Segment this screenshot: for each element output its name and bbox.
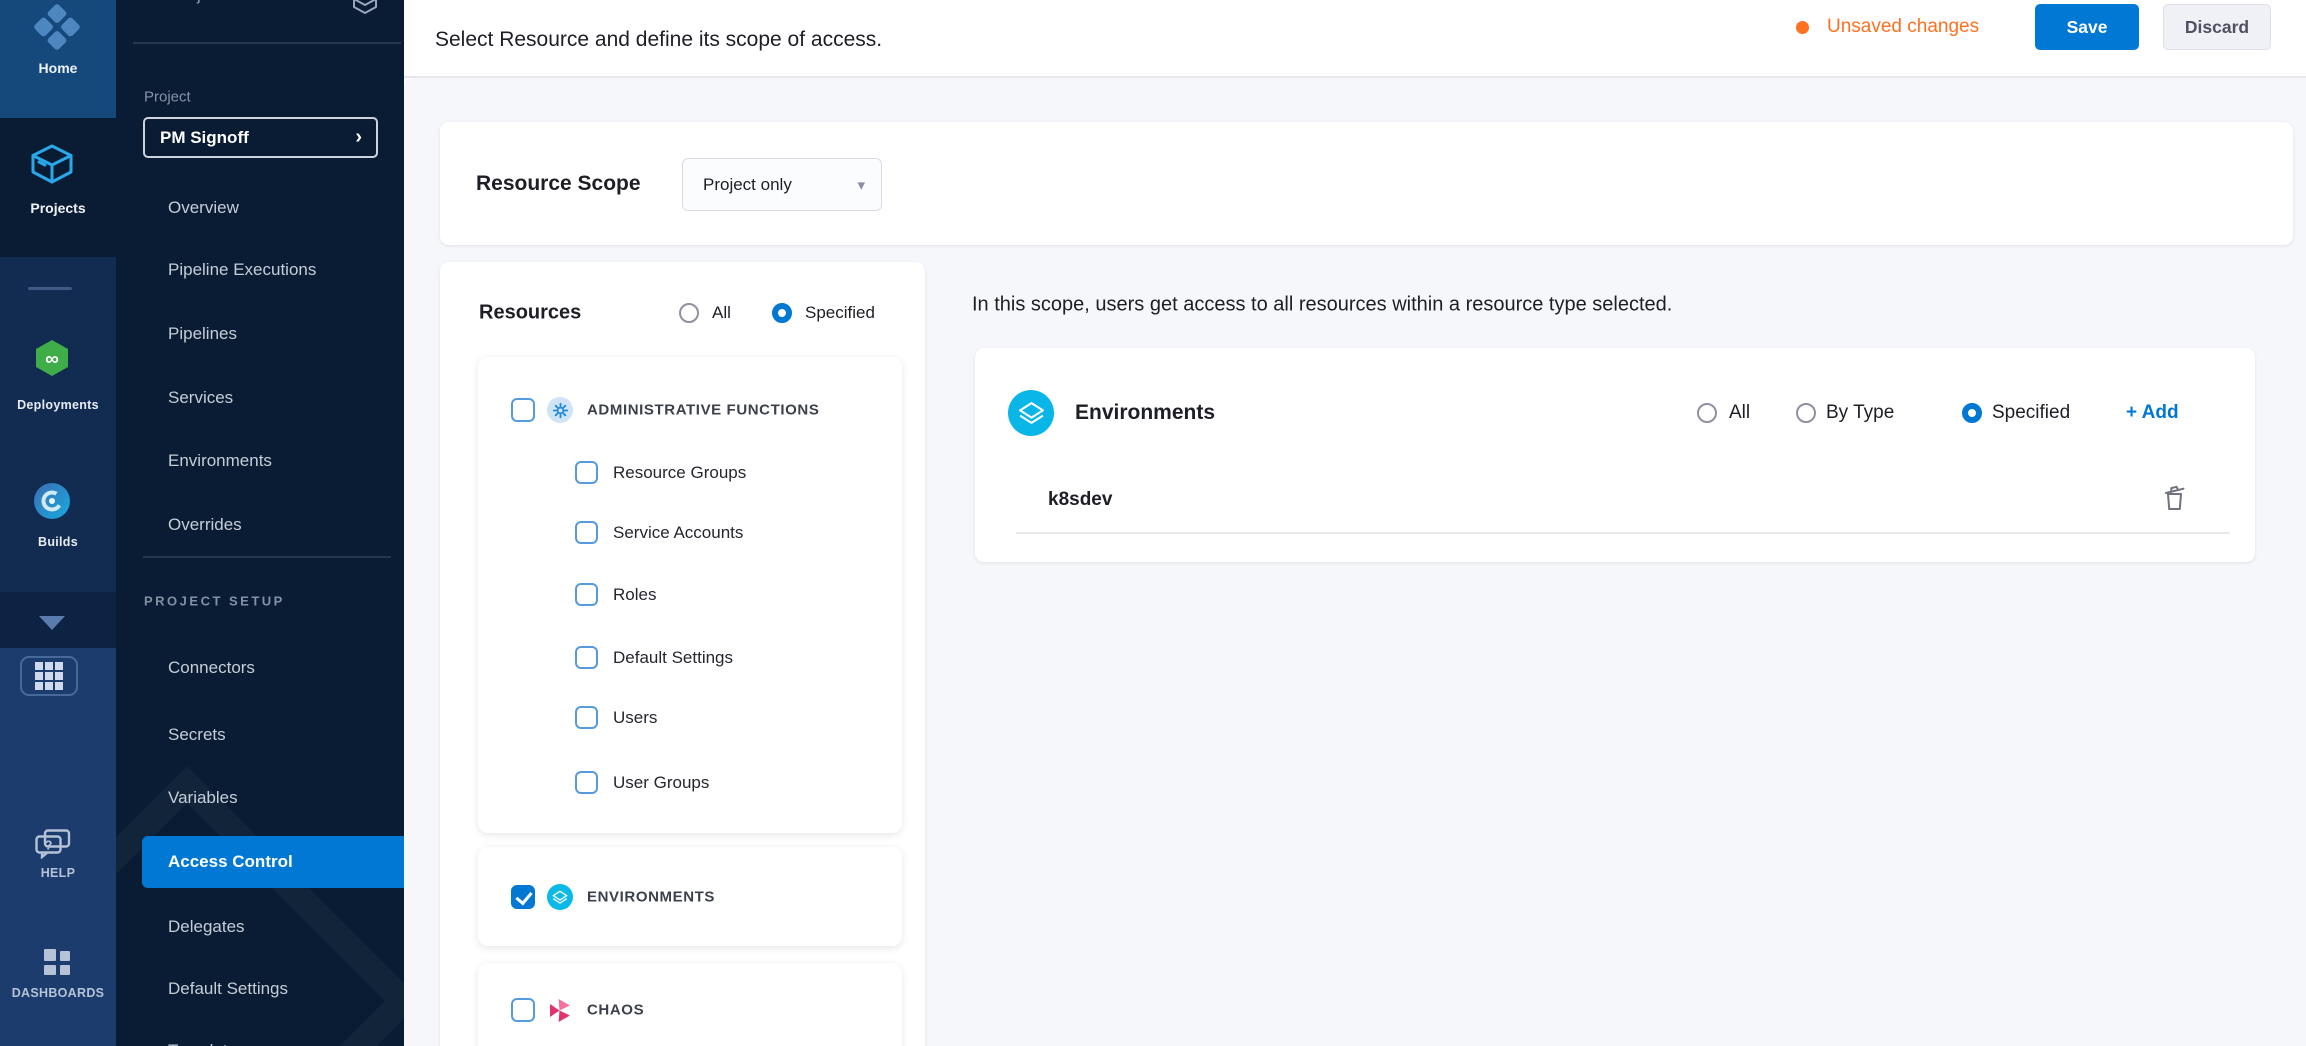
scope-radio-specified-label[interactable]: Specified bbox=[1992, 402, 2070, 424]
admin-functions-icon bbox=[547, 397, 573, 423]
dashboards-icon[interactable] bbox=[43, 948, 71, 976]
admin-functions-card bbox=[478, 357, 902, 833]
rail-projects-label: Projects bbox=[0, 200, 116, 216]
add-resource-button[interactable]: + Add bbox=[2126, 402, 2179, 424]
resource-row-name: k8sdev bbox=[1048, 489, 1112, 511]
label-default-settings: Default Settings bbox=[613, 648, 733, 668]
help-chat-icon[interactable]: ? bbox=[35, 829, 71, 859]
resource-scope-value: Project only bbox=[683, 175, 857, 195]
sidebar-item-default-settings[interactable]: Default Settings bbox=[168, 979, 288, 999]
label-user-groups: User Groups bbox=[613, 773, 709, 793]
checkbox-default-settings[interactable] bbox=[575, 646, 598, 669]
rail-item-projects[interactable] bbox=[0, 118, 116, 257]
save-button[interactable]: Save bbox=[2035, 4, 2139, 50]
sidebar-item-pipelines[interactable]: Pipelines bbox=[168, 324, 237, 344]
page-title: Select Resource and define its scope of … bbox=[435, 28, 882, 52]
resources-radio-specified-label[interactable]: Specified bbox=[805, 303, 875, 323]
rail-home-label: Home bbox=[0, 60, 116, 76]
environments-scope-card bbox=[975, 348, 2255, 562]
sidebar-item-variables[interactable]: Variables bbox=[168, 788, 238, 808]
chaos-group-card bbox=[478, 963, 902, 1046]
resource-scope-label: Resource Scope bbox=[476, 172, 641, 196]
project-sidebar: All Projects Project PM Signoff › Overvi… bbox=[116, 0, 404, 1046]
project-name: PM Signoff bbox=[145, 128, 355, 148]
resources-radio-specified[interactable] bbox=[772, 303, 792, 323]
sidebar-item-connectors[interactable]: Connectors bbox=[168, 658, 255, 678]
scope-radio-all[interactable] bbox=[1697, 403, 1717, 423]
checkbox-users[interactable] bbox=[575, 706, 598, 729]
chaos-group-label: CHAOS bbox=[587, 1002, 644, 1019]
label-users: Users bbox=[613, 708, 657, 728]
admin-functions-label: ADMINISTRATIVE FUNCTIONS bbox=[587, 402, 819, 419]
delete-trash-icon[interactable] bbox=[2163, 484, 2186, 511]
all-projects-cube-icon bbox=[352, 0, 378, 14]
discard-button[interactable]: Discard bbox=[2163, 4, 2271, 50]
environments-card-icon bbox=[1008, 390, 1054, 436]
rail-dashboards-label[interactable]: DASHBOARDS bbox=[0, 986, 116, 1000]
project-label: Project bbox=[144, 89, 191, 106]
label-service-accounts: Service Accounts bbox=[613, 523, 743, 543]
sidebar-item-environments[interactable]: Environments bbox=[168, 451, 272, 471]
label-resource-groups: Resource Groups bbox=[613, 463, 746, 483]
unsaved-changes-label: Unsaved changes bbox=[1827, 16, 1979, 38]
environments-group-label: ENVIRONMENTS bbox=[587, 889, 715, 906]
project-setup-heading: PROJECT SETUP bbox=[144, 594, 285, 609]
environments-icon bbox=[547, 884, 573, 910]
chaos-icon bbox=[546, 997, 573, 1024]
environments-checkbox[interactable] bbox=[511, 885, 535, 909]
harness-access-control-page: Home Projects ∞ Deployments Builds bbox=[0, 0, 2306, 1046]
rail-deployments-label[interactable]: Deployments bbox=[0, 398, 116, 412]
sidebar-item-delegates[interactable]: Delegates bbox=[168, 917, 245, 937]
sidebar-item-secrets[interactable]: Secrets bbox=[168, 725, 226, 745]
admin-functions-checkbox[interactable] bbox=[511, 398, 535, 422]
svg-text:?: ? bbox=[45, 838, 53, 853]
builds-icon[interactable] bbox=[33, 482, 71, 520]
rail-builds-label[interactable]: Builds bbox=[0, 535, 116, 549]
scope-radio-by-type-label[interactable]: By Type bbox=[1826, 402, 1894, 424]
resource-scope-dropdown[interactable]: Project only ▾ bbox=[682, 158, 882, 211]
environments-card-title: Environments bbox=[1075, 401, 1215, 425]
checkbox-service-accounts[interactable] bbox=[575, 521, 598, 544]
chevron-right-icon: › bbox=[355, 126, 376, 149]
rail-divider bbox=[28, 287, 72, 290]
resources-title: Resources bbox=[479, 302, 581, 325]
svg-text:∞: ∞ bbox=[45, 349, 59, 370]
label-roles: Roles bbox=[613, 585, 656, 605]
checkbox-resource-groups[interactable] bbox=[575, 461, 598, 484]
sidebar-item-overview[interactable]: Overview bbox=[168, 198, 239, 218]
sidebar-item-templates[interactable]: Templates bbox=[168, 1041, 245, 1046]
scope-radio-by-type[interactable] bbox=[1796, 403, 1816, 423]
sidebar-divider-setup bbox=[143, 556, 391, 558]
deployments-icon[interactable]: ∞ bbox=[32, 338, 72, 378]
home-icon bbox=[34, 4, 80, 50]
sidebar-item-access-control[interactable]: Access Control bbox=[168, 852, 293, 872]
sidebar-item-overrides[interactable]: Overrides bbox=[168, 515, 242, 535]
projects-cube-icon bbox=[30, 143, 74, 185]
project-selector[interactable]: PM Signoff › bbox=[143, 117, 378, 158]
scope-radio-all-label[interactable]: All bbox=[1729, 402, 1750, 424]
rail-help-label[interactable]: HELP bbox=[0, 866, 116, 880]
chevron-down-icon: ▾ bbox=[857, 176, 881, 194]
grid-icon bbox=[34, 661, 64, 691]
sidebar-watermark bbox=[116, 766, 404, 1046]
sidebar-item-services[interactable]: Services bbox=[168, 388, 233, 408]
sidebar-item-pipeline-executions[interactable]: Pipeline Executions bbox=[168, 260, 316, 280]
checkbox-roles[interactable] bbox=[575, 583, 598, 606]
sidebar-divider-top bbox=[133, 42, 401, 44]
row-separator bbox=[1016, 532, 2230, 534]
scope-info-text: In this scope, users get access to all r… bbox=[972, 294, 1672, 317]
chevron-down-icon[interactable] bbox=[39, 616, 65, 630]
unsaved-dot-icon bbox=[1796, 21, 1809, 34]
chaos-checkbox[interactable] bbox=[511, 998, 535, 1022]
resources-radio-all[interactable] bbox=[679, 303, 699, 323]
checkbox-user-groups[interactable] bbox=[575, 771, 598, 794]
sidebar-item-all-projects[interactable]: All Projects bbox=[150, 0, 230, 5]
module-grid-button[interactable] bbox=[20, 656, 78, 696]
scope-radio-specified[interactable] bbox=[1962, 403, 1982, 423]
resources-radio-all-label[interactable]: All bbox=[712, 303, 731, 323]
